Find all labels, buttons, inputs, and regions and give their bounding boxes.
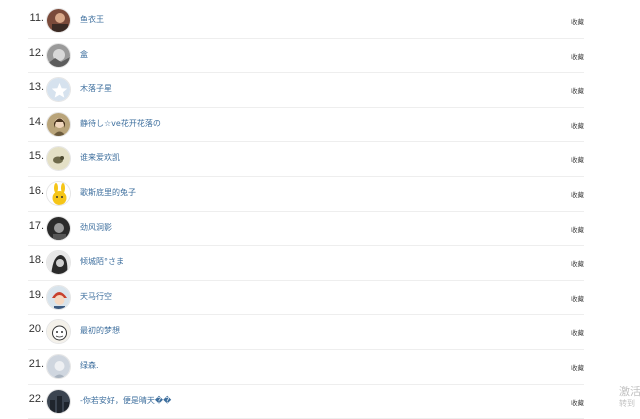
user-name-link[interactable]: 鱼衣王: [80, 14, 104, 25]
rank-number: 19.: [28, 288, 44, 301]
rank-number: 12.: [28, 46, 44, 59]
user-name-link[interactable]: 绿森.: [80, 360, 99, 371]
list-item: 21. 绿森. 收藏: [28, 350, 584, 385]
user-name-link[interactable]: 静待し☆ve花开花落の: [80, 118, 161, 129]
list-item: 19. 天马行空 收藏: [28, 281, 584, 316]
list-item: 18. 倾城陌°さま 收藏: [28, 246, 584, 281]
avatar-yellow-rabbit[interactable]: [46, 180, 71, 206]
favorite-button[interactable]: 收藏: [571, 258, 584, 268]
avatar-cartoon-face[interactable]: [46, 319, 71, 345]
watermark-line1: 激活: [619, 386, 640, 398]
rank-number: 16.: [28, 184, 44, 197]
favorite-button[interactable]: 收藏: [571, 85, 584, 95]
favorite-button[interactable]: 收藏: [571, 154, 584, 164]
list-item: 16. 歌斯底里的兔子 收藏: [28, 177, 584, 212]
user-name-link[interactable]: 天马行空: [80, 291, 112, 302]
avatar-dark-portrait[interactable]: [46, 8, 71, 33]
user-name-link[interactable]: 最初的梦想: [80, 325, 120, 336]
favorite-button[interactable]: 收藏: [571, 224, 584, 234]
user-name-link[interactable]: 歌斯底里的兔子: [80, 187, 136, 198]
favorite-button[interactable]: 收藏: [571, 189, 584, 199]
avatar-light-bird[interactable]: [46, 146, 71, 172]
rank-number: 17.: [28, 219, 44, 232]
rank-number: 22.: [28, 392, 44, 405]
list-item: 11. 鱼衣王 收藏: [28, 4, 584, 39]
rank-number: 18.: [28, 254, 44, 267]
avatar-girl-portrait[interactable]: [46, 111, 71, 137]
favorite-button[interactable]: 收藏: [571, 293, 584, 303]
favorite-button[interactable]: 收藏: [571, 16, 584, 26]
rank-number: 21.: [28, 357, 44, 370]
favorite-button[interactable]: 收藏: [571, 51, 584, 61]
list-item: 15. 谁来爱欢凯 收藏: [28, 142, 584, 177]
user-name-link[interactable]: 木落子星: [80, 83, 112, 94]
avatar-dark-city[interactable]: [46, 388, 71, 414]
watermark-line2: 转到: [619, 399, 635, 408]
list-item: 20. 最初的梦想 收藏: [28, 315, 584, 350]
user-name-link[interactable]: 盒: [80, 49, 88, 60]
rank-number: 11.: [29, 12, 44, 24]
avatar-anime-boy[interactable]: [46, 284, 71, 310]
favorite-button[interactable]: 收藏: [571, 362, 584, 372]
favorite-button[interactable]: 收藏: [571, 397, 584, 407]
user-name-link[interactable]: 劲风洞影: [80, 222, 112, 233]
favorite-button[interactable]: 收藏: [571, 327, 584, 337]
avatar-bw-girl[interactable]: [46, 250, 71, 276]
user-name-link[interactable]: 谁来爱欢凯: [80, 152, 120, 163]
avatar-default-star-icon[interactable]: [46, 77, 71, 103]
list-item: 12. 盒 收藏: [28, 39, 584, 74]
favorite-button[interactable]: 收藏: [571, 120, 584, 130]
fan-ranking-list: 11. 鱼衣王 收藏 12. 盒 收藏 13. 木落子星 收藏 14. 静待し☆…: [0, 4, 640, 419]
user-name-link[interactable]: -你若安好，便是晴天��: [80, 395, 171, 406]
avatar-dark-photo[interactable]: [46, 215, 71, 241]
list-item: 13. 木落子星 收藏: [28, 73, 584, 108]
rank-number: 20.: [28, 323, 44, 336]
list-item: 17. 劲风洞影 收藏: [28, 212, 584, 247]
list-item: 14. 静待し☆ve花开花落の 收藏: [28, 108, 584, 143]
user-name-link[interactable]: 倾城陌°さま: [80, 256, 124, 267]
rank-number: 15.: [28, 150, 44, 163]
avatar-gray-landscape[interactable]: [46, 42, 71, 68]
avatar-pale-portrait[interactable]: [46, 353, 71, 379]
rank-number: 14.: [28, 115, 44, 128]
activation-watermark: 激活 转到: [619, 386, 640, 410]
rank-number: 13.: [28, 81, 44, 94]
